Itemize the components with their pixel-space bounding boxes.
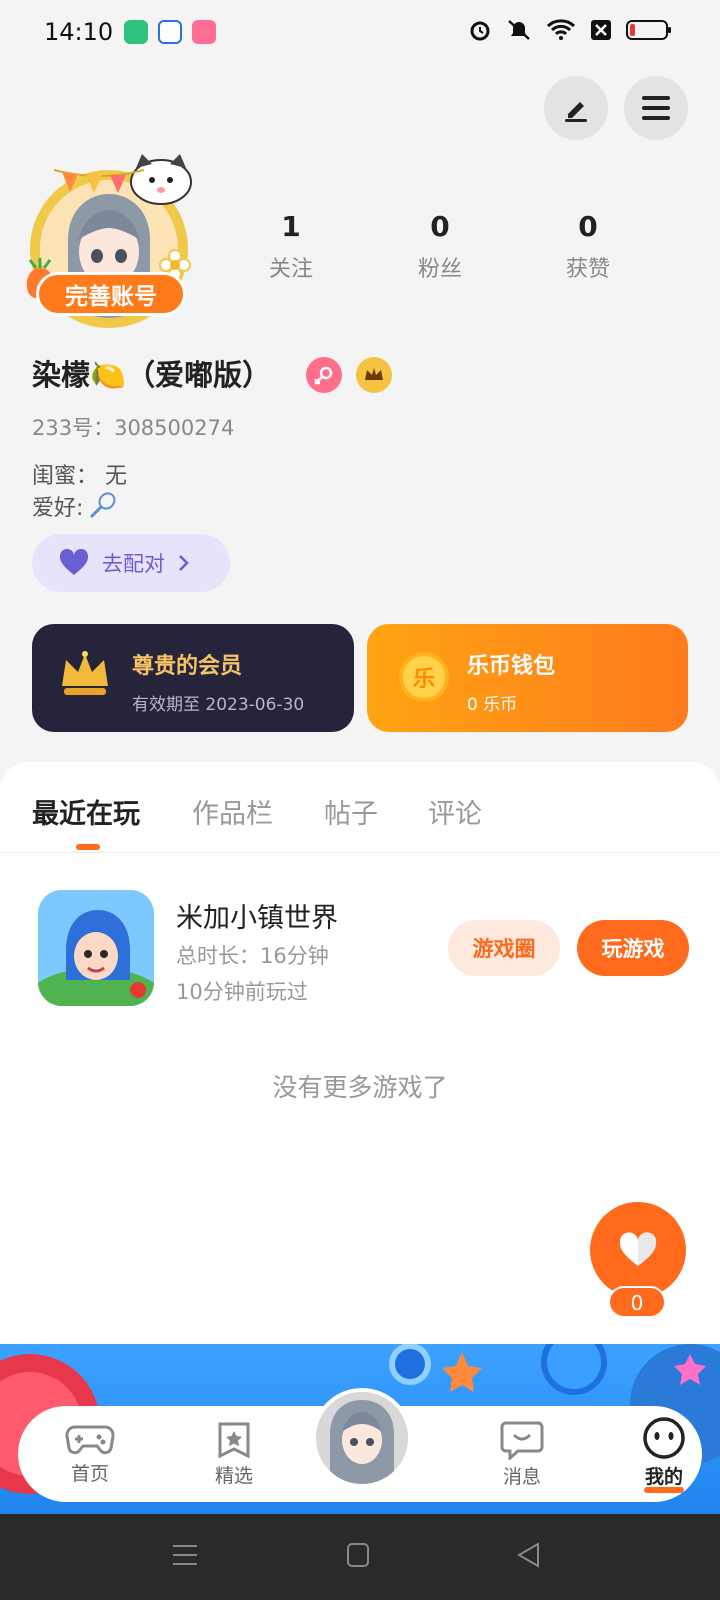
nav-messages[interactable]: 消息 <box>472 1406 572 1502</box>
coin-icon: 乐 <box>399 652 449 702</box>
match-button[interactable]: 去配对 <box>32 534 230 592</box>
tab-recent[interactable]: 最近在玩 <box>32 792 140 831</box>
nav-label: 我的 <box>644 1465 683 1488</box>
match-label: 去配对 <box>102 552 165 576</box>
stat-label: 关注 <box>268 257 313 282</box>
badminton-racket-icon <box>90 492 116 519</box>
back-icon[interactable] <box>516 1542 542 1568</box>
alarm-icon <box>470 21 490 41</box>
stat-followers[interactable]: 0 粉丝 <box>385 210 495 283</box>
heart-icon <box>619 1232 657 1266</box>
stat-value: 1 <box>281 210 301 243</box>
game-last-played: 10分钟前玩过 <box>176 980 308 1004</box>
stat-following[interactable]: 1 关注 <box>236 210 346 283</box>
like-count: 0 <box>608 1286 666 1318</box>
bff-info: 闺蜜： 无 <box>32 464 127 489</box>
game-name: 米加小镇世界 <box>176 903 338 934</box>
status-time: 14:10 <box>44 18 114 46</box>
hobby-label: 爱好: <box>32 496 84 521</box>
bilibili-app-icon <box>192 20 216 44</box>
heart-icon <box>59 549 89 575</box>
pencil-icon <box>565 102 587 122</box>
bunting-decoration-icon <box>54 169 144 193</box>
user-id: 233号：308500274 <box>32 416 235 440</box>
mute-icon <box>508 20 530 40</box>
female-gender-icon <box>306 357 342 393</box>
hobby-info: 爱好: <box>32 490 117 522</box>
tab-posts[interactable]: 帖子 <box>324 792 378 831</box>
gamepad-icon <box>65 1424 115 1454</box>
message-icon <box>500 1421 544 1460</box>
vip-expiry: 有效期至 2023-06-30 <box>132 695 305 715</box>
game-icon[interactable] <box>38 890 154 1006</box>
system-navigation-bar <box>0 1514 720 1600</box>
chevron-right-icon <box>179 555 189 571</box>
battery-app-icon <box>124 20 148 44</box>
baidu-app-icon <box>158 20 182 44</box>
nav-home[interactable]: 首页 <box>40 1406 140 1502</box>
nav-label: 精选 <box>214 1464 253 1487</box>
gold-crown-icon <box>62 651 108 695</box>
nav-me[interactable]: 我的 <box>614 1406 714 1502</box>
home-icon[interactable] <box>346 1542 370 1568</box>
nickname: 染檬🍋（爱嘟版） <box>32 358 272 392</box>
stat-value: 0 <box>578 210 598 243</box>
like-button[interactable] <box>590 1202 686 1298</box>
game-duration: 总时长：16分钟 <box>176 944 329 968</box>
sim-off-icon <box>591 20 611 40</box>
wifi-icon <box>546 19 576 40</box>
recent-apps-icon[interactable] <box>172 1542 198 1568</box>
crown-badge-icon[interactable] <box>356 357 392 393</box>
divider <box>0 852 720 853</box>
nav-active-indicator <box>644 1486 684 1493</box>
vip-membership-card[interactable]: 尊贵的会员 有效期至 2023-06-30 <box>32 624 354 732</box>
complete-account-badge[interactable]: 完善账号 <box>36 272 186 316</box>
tab-works[interactable]: 作品栏 <box>192 792 273 831</box>
wallet-title: 乐币钱包 <box>467 654 556 679</box>
nav-label: 首页 <box>70 1462 109 1485</box>
nav-featured[interactable]: 精选 <box>184 1406 284 1502</box>
edit-profile-button[interactable] <box>544 76 608 140</box>
play-game-button[interactable]: 玩游戏 <box>577 920 689 976</box>
nav-label: 消息 <box>502 1465 541 1488</box>
wallet-balance: 0 乐币 <box>467 695 518 715</box>
stat-likes[interactable]: 0 获赞 <box>533 210 643 283</box>
tab-indicator <box>76 844 100 850</box>
tab-comments[interactable]: 评论 <box>428 792 482 831</box>
hamburger-menu-icon <box>642 96 670 120</box>
center-avatar-button[interactable] <box>312 1388 412 1488</box>
vip-title: 尊贵的会员 <box>132 654 243 679</box>
stat-label: 粉丝 <box>417 257 462 282</box>
stat-value: 0 <box>430 210 450 243</box>
stat-label: 获赞 <box>565 257 610 282</box>
no-more-games-text: 没有更多游戏了 <box>272 1073 448 1102</box>
status-bar: 14:10 <box>0 0 720 64</box>
game-circle-button[interactable]: 游戏圈 <box>448 920 560 976</box>
star-bookmark-icon <box>218 1422 250 1458</box>
profile-avatar[interactable]: 完善账号 <box>26 154 196 330</box>
wallet-card[interactable]: 乐 乐币钱包 0 乐币 <box>367 624 688 732</box>
battery-icon <box>626 20 671 40</box>
avatar-image <box>316 1392 408 1484</box>
menu-button[interactable] <box>624 76 688 140</box>
smile-face-icon <box>643 1416 685 1459</box>
